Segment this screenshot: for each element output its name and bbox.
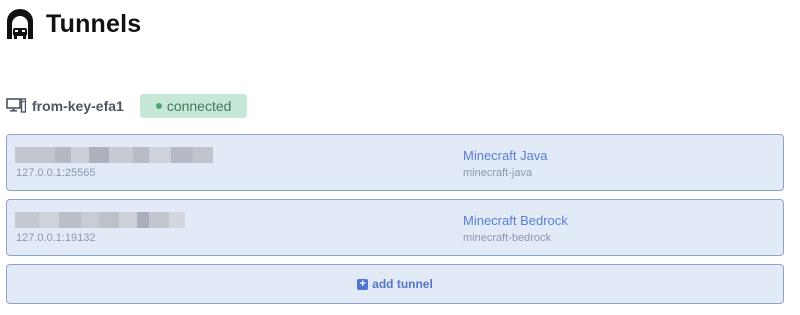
page-title: Tunnels	[46, 10, 142, 38]
tunnels-page: Tunnels from-key-efa1 connected 127.0.0.…	[0, 0, 800, 315]
tunnel-icon	[7, 9, 33, 39]
tunnel-card-minecraft-bedrock[interactable]: 127.0.0.1:19132 Minecraft Bedrock minecr…	[6, 199, 784, 256]
local-address: 127.0.0.1:25565	[16, 167, 96, 179]
redacted-address	[15, 147, 213, 163]
status-text: connected	[166, 98, 232, 114]
add-tunnel-button[interactable]: + add tunnel	[7, 265, 783, 303]
tunnel-slug: minecraft-bedrock	[463, 232, 552, 244]
status-dot	[155, 103, 162, 109]
agent-row: from-key-efa1 connected	[6, 94, 248, 118]
tunnel-name[interactable]: Minecraft Java	[463, 148, 548, 163]
computer-icon	[6, 98, 26, 113]
tunnel-card-minecraft-java[interactable]: 127.0.0.1:25565 Minecraft Java minecraft…	[6, 134, 784, 191]
tunnel-name[interactable]: Minecraft Bedrock	[463, 213, 568, 228]
local-address: 127.0.0.1:19132	[16, 232, 96, 244]
add-tunnel-label: add tunnel	[372, 277, 433, 291]
add-tunnel-card[interactable]: + add tunnel	[6, 264, 784, 304]
agent-name: from-key-efa1	[32, 98, 124, 114]
redacted-address	[15, 212, 185, 228]
tunnel-slug: minecraft-java	[463, 167, 533, 179]
status-badge: connected	[139, 94, 248, 118]
page-header: Tunnels	[6, 8, 141, 40]
plus-icon: +	[357, 278, 369, 290]
